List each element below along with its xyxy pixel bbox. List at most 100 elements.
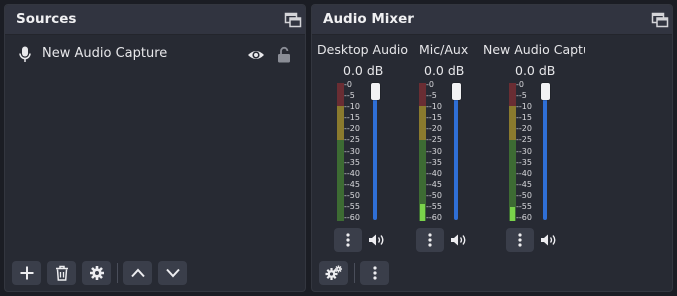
meter-tick-label: --50	[344, 190, 360, 200]
mute-button[interactable]	[366, 230, 388, 250]
chevron-down-icon	[165, 268, 180, 278]
meter-tick-label: --55	[516, 201, 532, 211]
meter-tick-label: --35	[426, 157, 442, 167]
meter-tick-label: --5	[516, 91, 527, 101]
undock-icon[interactable]	[651, 12, 669, 28]
meter-tick-label: --30	[516, 146, 532, 156]
meter-tick-label: -0	[426, 80, 434, 89]
audio-mixer-dock: Audio Mixer Desktop Audio 0.0 dB -0 --5 --…	[311, 4, 673, 292]
chevron-up-icon	[130, 268, 145, 278]
meter-tick-label: --45	[426, 179, 442, 189]
meter-tick-label: --25	[426, 135, 442, 145]
channel-volume-db: 0.0 dB	[343, 63, 384, 78]
channel-menu-button[interactable]	[416, 228, 444, 252]
meter-tick-label: --35	[516, 157, 532, 167]
meter-scale: -0 --5 --10 --15 --20 --25 --30 --35 --40 --45 --5…	[426, 80, 450, 225]
meter-tick-label: --5	[426, 91, 437, 101]
add-source-button[interactable]	[12, 261, 41, 285]
channel-name: Mic/Aux	[419, 42, 469, 57]
channel-menu-button[interactable]	[506, 228, 534, 252]
meter-tick-label: --10	[344, 102, 360, 112]
audio-mixer-dock-title: Audio Mixer	[323, 11, 414, 27]
source-properties-button[interactable]	[82, 261, 111, 285]
meter-tick-label: --10	[426, 102, 442, 112]
meter-tick-label: --55	[426, 201, 442, 211]
vertical-dots-icon	[518, 233, 522, 247]
remove-source-button[interactable]	[47, 261, 76, 285]
channel-volume-db: 0.0 dB	[424, 63, 465, 78]
meter-tick-label: --55	[344, 201, 360, 211]
channel-menu-button[interactable]	[334, 228, 362, 252]
meter-tick-label: -0	[344, 80, 352, 89]
meter-tick-label: --40	[516, 168, 532, 178]
channel-name: Desktop Audio	[317, 42, 409, 57]
volume-meter	[419, 83, 426, 221]
vertical-dots-icon	[372, 266, 377, 280]
meter-tick-label: --10	[516, 102, 532, 112]
meter-scale: -0 --5 --10 --15 --20 --25 --30 --35 --40 --45 --5…	[344, 80, 368, 225]
audio-mixer-dock-header: Audio Mixer	[312, 5, 672, 35]
mute-button[interactable]	[538, 230, 560, 250]
volume-slider-track[interactable]	[373, 85, 377, 220]
meter-tick-label: -0	[516, 80, 524, 89]
speaker-icon	[369, 234, 384, 246]
volume-slider-track[interactable]	[454, 85, 458, 220]
meter-tick-label: --25	[344, 135, 360, 145]
meter-tick-label: --40	[426, 168, 442, 178]
source-name: New Audio Capture	[42, 46, 168, 61]
move-source-up-button[interactable]	[123, 261, 152, 285]
trash-icon	[55, 265, 68, 281]
toolbar-separator	[354, 263, 355, 283]
volume-meter	[337, 83, 344, 221]
source-item[interactable]: New Audio Capture	[11, 43, 299, 67]
meter-tick-label: --45	[516, 179, 532, 189]
mixer-menu-button[interactable]	[360, 261, 389, 285]
meter-tick-label: --15	[426, 113, 442, 123]
volume-slider-handle[interactable]	[541, 83, 550, 100]
meter-tick-label: --20	[344, 124, 360, 134]
meter-tick-label: --15	[516, 113, 532, 123]
meter-tick-label: --15	[344, 113, 360, 123]
meter-tick-label: --60	[344, 213, 360, 222]
sources-dock-title: Sources	[16, 11, 77, 27]
meter-tick-label: --30	[344, 146, 360, 156]
gear-icon	[89, 266, 104, 280]
meter-tick-label: --20	[516, 124, 532, 134]
vertical-dots-icon	[346, 233, 350, 247]
meter-level	[420, 204, 425, 221]
volume-meter	[509, 83, 516, 221]
meter-scale: -0 --5 --10 --15 --20 --25 --30 --35 --40 --45 --5…	[516, 80, 540, 225]
sources-dock-header: Sources	[5, 5, 305, 35]
move-source-down-button[interactable]	[158, 261, 187, 285]
undock-icon[interactable]	[284, 12, 302, 28]
speaker-icon	[541, 234, 556, 246]
volume-slider-handle[interactable]	[371, 83, 380, 100]
microphone-icon	[19, 46, 31, 67]
volume-slider-handle[interactable]	[452, 83, 461, 100]
advanced-audio-properties-button[interactable]	[319, 261, 348, 285]
meter-tick-label: --60	[516, 213, 532, 222]
speaker-icon	[451, 234, 466, 246]
channel-name: New Audio Captu	[483, 42, 585, 57]
unlocked-icon[interactable]	[277, 46, 291, 67]
toolbar-separator	[117, 263, 118, 283]
advanced-audio-gear-icon	[325, 265, 342, 280]
vertical-dots-icon	[428, 233, 432, 247]
meter-tick-label: --30	[426, 146, 442, 156]
visibility-eye-icon[interactable]	[247, 47, 265, 66]
mute-button[interactable]	[448, 230, 470, 250]
meter-tick-label: --40	[344, 168, 360, 178]
add-icon	[20, 266, 33, 280]
meter-tick-label: --50	[426, 190, 442, 200]
meter-tick-label: --20	[426, 124, 442, 134]
meter-tick-label: --5	[344, 91, 355, 101]
meter-tick-label: --45	[344, 179, 360, 189]
meter-tick-label: --35	[344, 157, 360, 167]
meter-tick-label: --25	[516, 135, 532, 145]
volume-slider-track[interactable]	[543, 85, 547, 220]
sources-dock: Sources New Audio Capture	[4, 4, 306, 292]
meter-tick-label: --60	[426, 213, 442, 222]
channel-volume-db: 0.0 dB	[515, 63, 556, 78]
meter-level	[510, 207, 515, 221]
meter-tick-label: --50	[516, 190, 532, 200]
